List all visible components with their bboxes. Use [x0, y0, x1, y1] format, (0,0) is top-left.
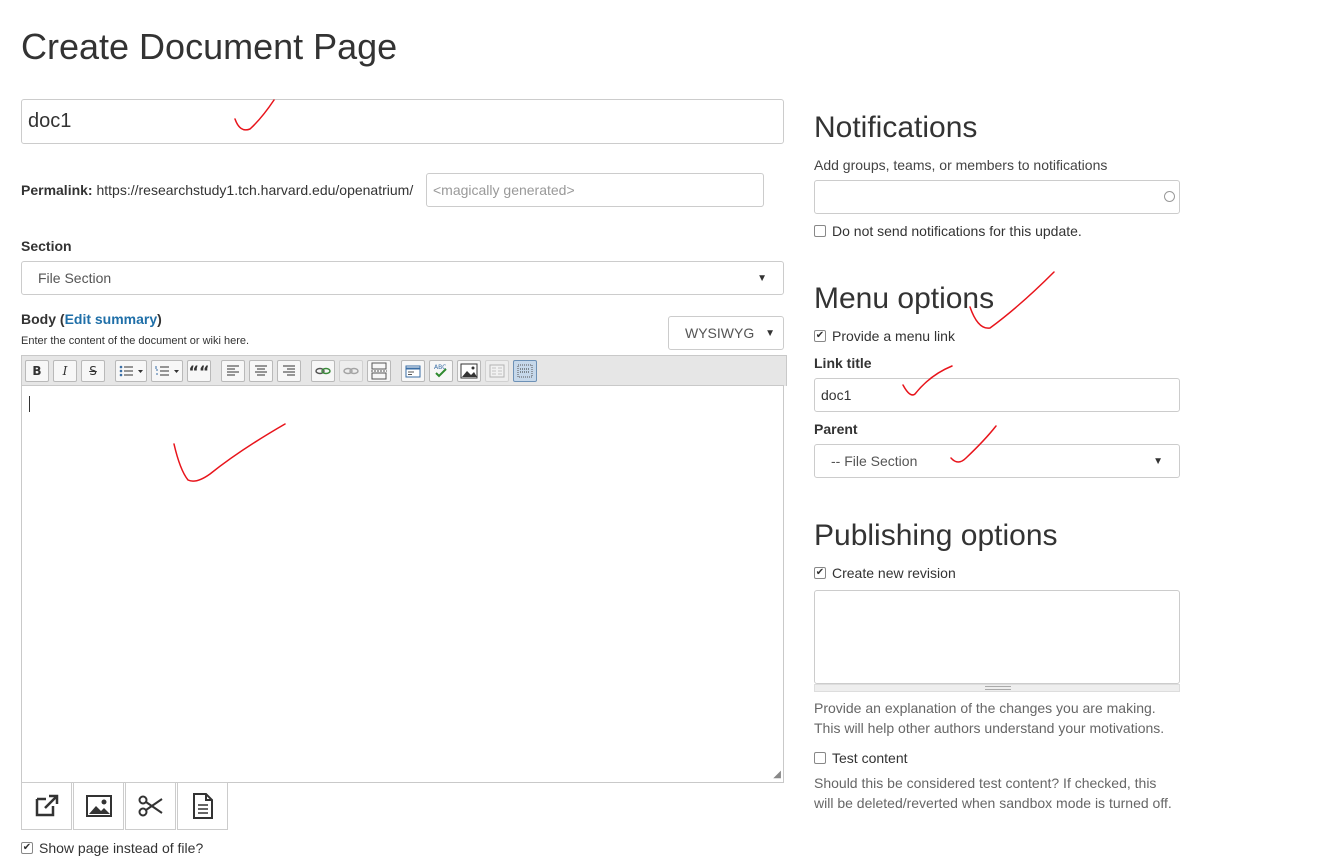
annotation-check-link-title	[902, 365, 953, 396]
annotation-check-title	[234, 99, 275, 131]
annotation-check-menu	[969, 271, 1055, 329]
annotation-overlay	[173, 99, 1055, 482]
annotation-check-body	[173, 423, 286, 482]
annotation-check-parent	[950, 425, 997, 463]
